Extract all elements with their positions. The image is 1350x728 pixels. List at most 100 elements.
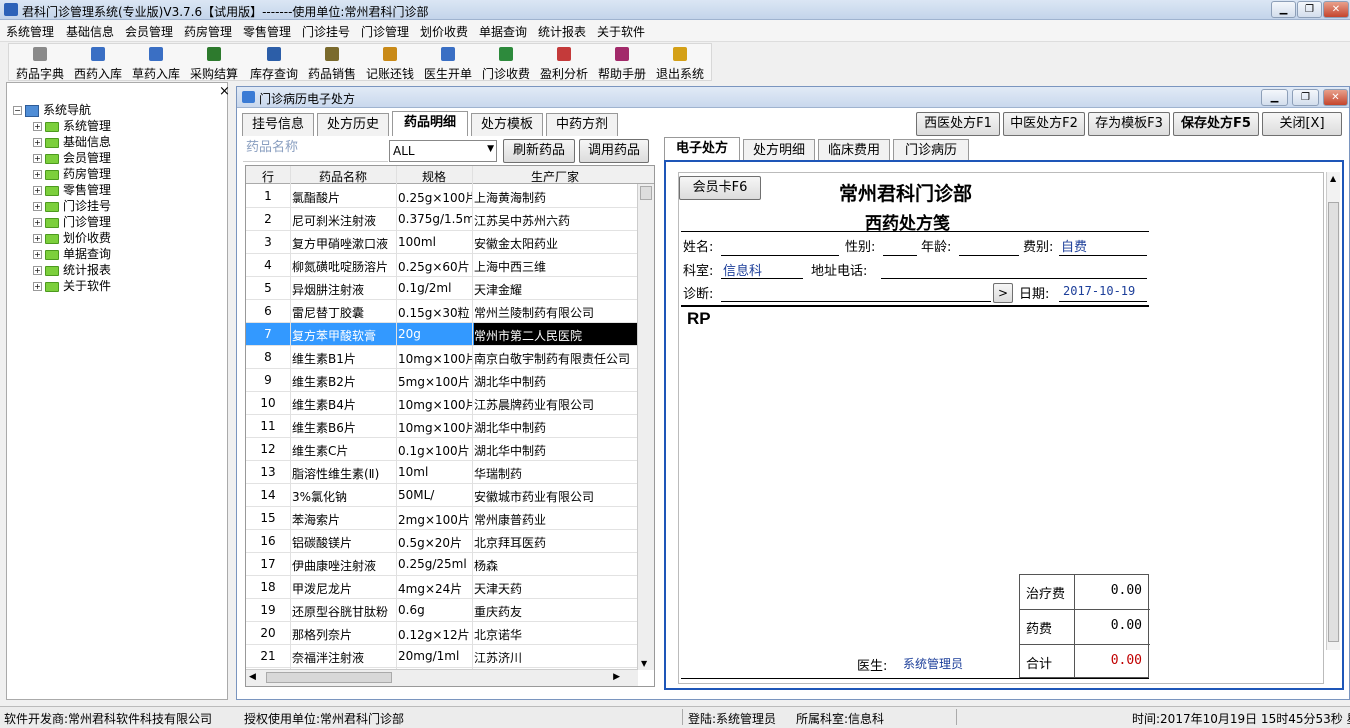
drug-table-vscroll[interactable]: ▼ <box>637 184 654 670</box>
expand-icon[interactable]: + <box>33 170 42 179</box>
table-row[interactable]: 16 铝碳酸镁片 0.5g×20片 北京拜耳医药 <box>246 530 638 553</box>
menu-retail[interactable]: 零售管理 <box>243 23 291 40</box>
save-prescription-button[interactable]: 保存处方F5 <box>1173 112 1259 136</box>
collapse-icon[interactable]: − <box>13 106 22 115</box>
nav-item-2[interactable]: + 会员管理 <box>33 149 111 165</box>
table-row[interactable]: 19 还原型谷胱甘肽粉 0.6g 重庆药友 <box>246 599 638 622</box>
table-row[interactable]: 5 异烟肼注射液 0.1g/2ml 天津金耀 <box>246 277 638 300</box>
close-button[interactable]: ✕ <box>1323 1 1349 18</box>
col-spec[interactable]: 规格 <box>396 168 472 185</box>
table-row[interactable]: 8 维生素B1片 10mg×100片 南京白敬宇制药有限责任公司 <box>246 346 638 369</box>
table-row[interactable]: 9 维生素B2片 5mg×100片 湖北华中制药 <box>246 369 638 392</box>
nav-item-6[interactable]: + 门诊管理 <box>33 213 111 229</box>
expand-icon[interactable]: + <box>33 122 42 131</box>
diagnosis-picker-button[interactable]: > <box>993 283 1013 303</box>
table-row[interactable]: 1 氯酯酸片 0.25g×100片 上海黄海制药 <box>246 185 638 208</box>
expand-icon[interactable]: + <box>33 218 42 227</box>
toolbar-btn-3[interactable]: 采购结算 <box>185 44 243 82</box>
prescription-vscroll[interactable]: ▲ <box>1326 172 1340 650</box>
minimize-button[interactable]: ▁ <box>1271 1 1296 18</box>
dept-value[interactable]: 信息科 <box>723 260 762 279</box>
menu-registration[interactable]: 门诊挂号 <box>302 23 350 40</box>
fee-type-value[interactable]: 自费 <box>1061 236 1087 255</box>
menu-outpatient[interactable]: 门诊管理 <box>361 23 409 40</box>
toolbar-btn-5[interactable]: 药品销售 <box>303 44 361 82</box>
table-row[interactable]: 15 苯海索片 2mg×100片 常州康普药业 <box>246 507 638 530</box>
nav-item-5[interactable]: + 门诊挂号 <box>33 197 111 213</box>
tab-drug-details[interactable]: 药品明细 <box>392 111 468 136</box>
child-minimize-button[interactable]: ▁ <box>1261 89 1288 106</box>
expand-icon[interactable]: + <box>33 282 42 291</box>
nav-item-4[interactable]: + 零售管理 <box>33 181 111 197</box>
table-row[interactable]: 14 3%氯化钠 50ML/安徽城市药业有限公司 <box>246 484 638 507</box>
col-maker[interactable]: 生产厂家 <box>472 168 638 185</box>
menu-reports[interactable]: 统计报表 <box>538 23 586 40</box>
expand-icon[interactable]: + <box>33 234 42 243</box>
menu-member[interactable]: 会员管理 <box>125 23 173 40</box>
drug-search-input[interactable]: 药品名称 <box>243 138 388 162</box>
table-row[interactable]: 11 维生素B6片 10mg×100片 湖北华中制药 <box>246 415 638 438</box>
name-field[interactable] <box>721 255 839 256</box>
expand-icon[interactable]: + <box>33 202 42 211</box>
category-select[interactable]: ALL ▼ <box>389 140 497 162</box>
nav-item-8[interactable]: + 单据查询 <box>33 245 111 261</box>
menu-documents[interactable]: 单据查询 <box>479 23 527 40</box>
close-window-button[interactable]: 关闭[X] <box>1262 112 1342 136</box>
tab-registration-info[interactable]: 挂号信息 <box>242 113 314 136</box>
col-name[interactable]: 药品名称 <box>290 168 396 185</box>
child-restore-button[interactable]: ❐ <box>1292 89 1319 106</box>
expand-icon[interactable]: + <box>33 154 42 163</box>
tab-e-prescription[interactable]: 电子处方 <box>664 137 740 162</box>
age-field[interactable] <box>959 255 1019 256</box>
expand-icon[interactable]: + <box>33 138 42 147</box>
toolbar-btn-9[interactable]: 盈利分析 <box>535 44 593 82</box>
toolbar-btn-11[interactable]: 退出系统 <box>651 44 709 82</box>
table-row[interactable]: 10 维生素B4片 10mg×100片 江苏晨牌药业有限公司 <box>246 392 638 415</box>
maximize-button[interactable]: ❐ <box>1297 1 1322 18</box>
nav-item-9[interactable]: + 统计报表 <box>33 261 111 277</box>
table-row[interactable]: 13 脂溶性维生素(Ⅱ) 10ml 华瑞制药 <box>246 461 638 484</box>
expand-icon[interactable]: + <box>33 250 42 259</box>
child-close-button[interactable]: ✕ <box>1323 89 1348 106</box>
nav-root[interactable]: − 系统导航 <box>13 101 91 117</box>
diagnosis-field[interactable] <box>721 301 991 302</box>
tab-prescription-history[interactable]: 处方历史 <box>317 113 389 136</box>
toolbar-btn-10[interactable]: 帮助手册 <box>593 44 651 82</box>
toolbar-btn-1[interactable]: 西药入库 <box>69 44 127 82</box>
tab-prescription-details[interactable]: 处方明细 <box>743 139 815 162</box>
table-row[interactable]: 7 复方苯甲酸软膏 20g 常州市第二人民医院 <box>246 323 638 346</box>
table-row[interactable]: 4 柳氮磺吡啶肠溶片 0.25g×60片 上海中西三维 <box>246 254 638 277</box>
nav-item-1[interactable]: + 基础信息 <box>33 133 111 149</box>
western-rx-button[interactable]: 西医处方F1 <box>916 112 1000 136</box>
save-template-button[interactable]: 存为模板F3 <box>1088 112 1170 136</box>
refresh-drugs-button[interactable]: 刷新药品 <box>503 139 575 163</box>
toolbar-btn-8[interactable]: 门诊收费 <box>477 44 535 82</box>
table-row[interactable]: 21 奈福泮注射液 20mg/1ml 江苏济川 <box>246 645 638 668</box>
nav-item-3[interactable]: + 药房管理 <box>33 165 111 181</box>
nav-item-10[interactable]: + 关于软件 <box>33 277 111 293</box>
tab-medical-record[interactable]: 门诊病历 <box>893 139 969 162</box>
nav-item-7[interactable]: + 划价收费 <box>33 229 111 245</box>
nav-item-0[interactable]: + 系统管理 <box>33 117 111 133</box>
menu-system[interactable]: 系统管理 <box>6 23 54 40</box>
expand-icon[interactable]: + <box>33 266 42 275</box>
toolbar-btn-2[interactable]: 草药入库 <box>127 44 185 82</box>
col-row[interactable]: 行 <box>246 168 290 185</box>
table-row[interactable]: 12 维生素C片 0.1g×100片 湖北华中制药 <box>246 438 638 461</box>
expand-icon[interactable]: + <box>33 186 42 195</box>
drug-table-hscroll[interactable]: ◀ ▶ <box>246 669 638 686</box>
tcm-rx-button[interactable]: 中医处方F2 <box>1003 112 1085 136</box>
toolbar-btn-0[interactable]: 药品字典 <box>11 44 69 82</box>
table-row[interactable]: 3 复方甲硝唑漱口液 100ml 安徽金太阳药业 <box>246 231 638 254</box>
member-card-button[interactable]: 会员卡F6 <box>679 176 761 200</box>
table-row[interactable]: 18 甲泼尼龙片 4mg×24片 天津天药 <box>246 576 638 599</box>
menu-basic-info[interactable]: 基础信息 <box>66 23 114 40</box>
toolbar-btn-6[interactable]: 记账还钱 <box>361 44 419 82</box>
menu-pharmacy[interactable]: 药房管理 <box>184 23 232 40</box>
table-row[interactable]: 20 那格列奈片 0.12g×12片 北京诺华 <box>246 622 638 645</box>
date-value[interactable]: 2017-10-19 <box>1063 284 1135 298</box>
table-row[interactable]: 2 尼可刹米注射液 0.375g/1.5ml 江苏吴中苏州六药 <box>246 208 638 231</box>
gender-field[interactable] <box>883 255 917 256</box>
use-drug-button[interactable]: 调用药品 <box>579 139 649 163</box>
tab-prescription-template[interactable]: 处方模板 <box>471 113 543 136</box>
